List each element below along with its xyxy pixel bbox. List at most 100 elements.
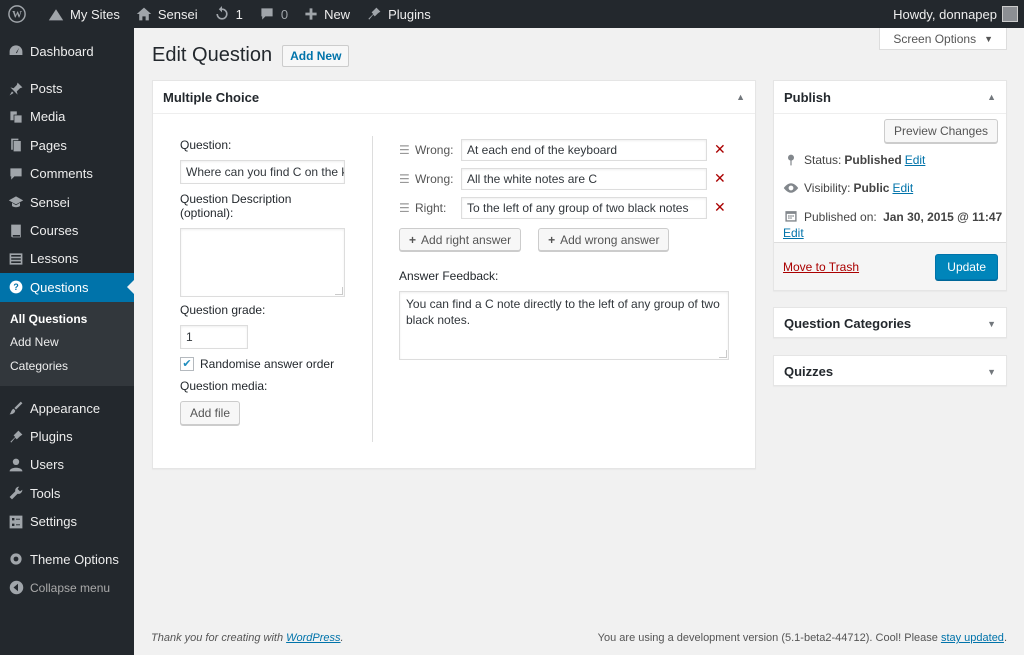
plus-icon: + (409, 232, 417, 247)
answer-type-label: Right: (415, 200, 447, 215)
sidebar-item-questions[interactable]: ? Questions (0, 273, 134, 302)
calendar-icon (783, 209, 799, 223)
answers-section: ☰ Wrong: At each end of the keyboard ✕ ☰… (399, 135, 729, 360)
sidebar-item-users[interactable]: Users (0, 451, 134, 479)
howdy-label: Howdy, donnapep (893, 6, 997, 22)
drag-handle-icon[interactable]: ☰ (399, 143, 410, 157)
updates-menu[interactable]: 1 (206, 0, 251, 28)
sidebar-item-label: Tools (30, 485, 61, 501)
wordpress-logo-icon[interactable]: W (0, 0, 40, 28)
my-sites-menu[interactable]: My Sites (40, 0, 128, 28)
add-right-answer-button[interactable]: + Add right answer (399, 228, 522, 251)
remove-answer-icon[interactable]: ✕ (714, 170, 726, 187)
published-on-label: Published on: (804, 210, 877, 224)
sidebar-item-label: Comments (30, 166, 93, 182)
wordpress-link[interactable]: WordPress (286, 632, 340, 644)
randomise-checkbox[interactable]: ✔ (180, 357, 194, 371)
footer-version: You are using a development version (5.1… (598, 632, 1007, 644)
grade-label: Question grade: (180, 303, 266, 317)
updates-count: 1 (235, 6, 243, 22)
my-account-menu[interactable]: Howdy, donnapep (885, 0, 1024, 28)
sidebar-item-pages[interactable]: Pages (0, 131, 134, 159)
screen-options-button[interactable]: Screen Options ▼ (879, 28, 1007, 50)
graduation-cap-icon (8, 194, 24, 210)
sidebar-item-comments[interactable]: Comments (0, 160, 134, 188)
stay-updated-link[interactable]: stay updated (941, 632, 1004, 644)
grade-input[interactable]: 1 (180, 325, 248, 349)
submenu-all-questions[interactable]: All Questions (0, 308, 134, 332)
update-button[interactable]: Update (935, 254, 998, 280)
my-sites-icon (48, 9, 64, 21)
categories-postbox-header[interactable]: Question Categories ▼ (774, 308, 1006, 339)
site-name-label: Sensei (157, 6, 198, 22)
remove-answer-icon[interactable]: ✕ (714, 141, 726, 158)
collapse-menu-button[interactable]: Collapse menu (0, 573, 134, 601)
answer-input[interactable]: All the white notes are C (461, 167, 707, 190)
add-file-button[interactable]: Add file (180, 401, 241, 425)
add-wrong-answer-button[interactable]: + Add wrong answer (538, 228, 670, 251)
admin-bar: W My Sites Sensei 1 0 New Plugins Howdy,… (0, 0, 1024, 28)
collapse-icon (8, 580, 24, 596)
plugins-menu[interactable]: Plugins (358, 0, 439, 28)
feedback-textarea[interactable]: You can find a C note directly to the le… (399, 291, 729, 360)
questions-submenu: All Questions Add New Categories (0, 301, 134, 387)
answer-input[interactable]: To the left of any group of two black no… (461, 196, 707, 219)
version-text: You are using a development version (5.1… (597, 632, 941, 644)
updates-icon (215, 6, 228, 20)
question-postbox-header[interactable]: Multiple Choice ▲ (153, 81, 755, 114)
collapse-arrow-icon[interactable]: ▲ (987, 92, 996, 102)
sidebar-item-dashboard[interactable]: Dashboard (0, 37, 134, 65)
question-input[interactable]: Where can you find C on the keyboard? (180, 160, 345, 184)
quizzes-postbox-header[interactable]: Quizzes ▼ (774, 356, 1006, 387)
sidebar-item-label: Pages (30, 137, 67, 153)
move-to-trash-link[interactable]: Move to Trash (783, 260, 859, 274)
sidebar-item-settings[interactable]: Settings (0, 508, 134, 536)
brush-icon (8, 400, 24, 416)
sidebar-item-label: Courses (30, 223, 79, 239)
submenu-categories[interactable]: Categories (0, 355, 134, 379)
comments-menu[interactable]: 0 (251, 0, 296, 28)
expand-arrow-icon[interactable]: ▼ (987, 319, 996, 329)
new-content-menu[interactable]: New (296, 0, 358, 28)
sidebar-item-tools[interactable]: Tools (0, 479, 134, 507)
sidebar-item-appearance[interactable]: Appearance (0, 394, 134, 422)
quizzes-postbox: Quizzes ▼ (773, 355, 1007, 386)
submenu-add-new[interactable]: Add New (0, 331, 134, 355)
site-name-menu[interactable]: Sensei (128, 0, 206, 28)
sidebar-item-label: Posts (30, 81, 63, 97)
publish-postbox-header[interactable]: Publish ▲ (774, 81, 1006, 114)
answer-input[interactable]: At each end of the keyboard (461, 138, 707, 161)
sidebar-item-label: Media (30, 109, 66, 125)
media-label: Question media: (180, 379, 268, 393)
collapse-arrow-icon[interactable]: ▲ (736, 92, 745, 102)
answer-row: ☰ Right: To the left of any group of two… (399, 193, 729, 222)
add-new-button[interactable]: Add New (282, 44, 350, 67)
list-icon (8, 251, 24, 267)
sidebar-item-lessons[interactable]: Lessons (0, 245, 134, 273)
edit-status-link[interactable]: Edit (905, 153, 926, 167)
sidebar-item-posts[interactable]: Posts (0, 74, 134, 102)
column-divider (372, 136, 373, 442)
settings-icon (8, 514, 24, 530)
remove-answer-icon[interactable]: ✕ (714, 199, 726, 216)
plugins-label: Plugins (388, 6, 431, 22)
status-row: Status: Published Edit (783, 153, 925, 167)
expand-arrow-icon[interactable]: ▼ (987, 367, 996, 377)
sidebar-item-plugins[interactable]: Plugins (0, 422, 134, 450)
edit-date-link[interactable]: Edit (783, 226, 804, 240)
randomise-option[interactable]: ✔ Randomise answer order (180, 357, 346, 371)
sidebar-item-sensei[interactable]: Sensei (0, 188, 134, 216)
description-textarea[interactable] (180, 228, 345, 297)
preview-changes-button[interactable]: Preview Changes (883, 119, 998, 143)
sidebar-item-theme-options[interactable]: Theme Options (0, 545, 134, 573)
edit-visibility-link[interactable]: Edit (892, 181, 913, 195)
drag-handle-icon[interactable]: ☰ (399, 201, 410, 215)
page-header: Edit Question Add New (152, 44, 350, 67)
sidebar-item-courses[interactable]: Courses (0, 216, 134, 244)
question-label: Question: (180, 138, 232, 152)
collapse-label: Collapse menu (30, 580, 111, 595)
media-icon (8, 109, 24, 125)
dashboard-icon (8, 43, 24, 59)
drag-handle-icon[interactable]: ☰ (399, 172, 410, 186)
sidebar-item-media[interactable]: Media (0, 103, 134, 131)
